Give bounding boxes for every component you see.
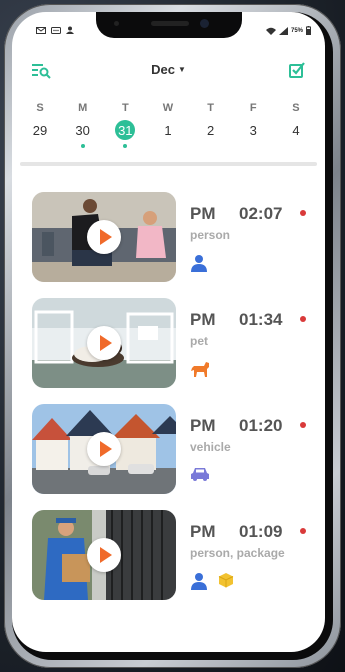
- person-icon: [191, 255, 207, 272]
- status-bar: 75%: [12, 24, 325, 38]
- event-thumbnail[interactable]: [32, 192, 176, 282]
- record-dot: [300, 422, 306, 428]
- weekday-label: M: [78, 102, 88, 114]
- date-cell[interactable]: 4: [282, 120, 310, 142]
- dog-icon: [191, 362, 209, 377]
- date-cell[interactable]: 29: [26, 120, 54, 142]
- chevron-down-icon: ▼: [177, 65, 186, 74]
- record-dot: [300, 210, 306, 216]
- date-cell[interactable]: 1: [154, 120, 182, 142]
- event-time: 01:09: [239, 522, 283, 541]
- event-tags: person: [190, 228, 231, 242]
- event-tags: person, package: [190, 546, 285, 560]
- play-button[interactable]: [87, 432, 121, 466]
- weekday-label: S: [292, 102, 300, 114]
- event-ampm: PM: [190, 522, 216, 541]
- divider: [20, 162, 317, 166]
- date-number: 3: [249, 123, 257, 138]
- event-ampm: PM: [190, 204, 216, 223]
- month-label: Dec: [151, 62, 175, 77]
- event-ampm: PM: [190, 416, 216, 435]
- wifi-icon: [265, 27, 276, 35]
- event-thumbnail[interactable]: [32, 404, 176, 494]
- weekday-label: F: [249, 102, 257, 114]
- account-icon: [66, 26, 74, 34]
- date-number: 1: [164, 123, 172, 138]
- event-time: 01:34: [239, 310, 283, 329]
- battery-percent: 75%: [290, 27, 303, 34]
- weekday-label: T: [121, 102, 129, 114]
- date-cell-selected[interactable]: 31: [111, 120, 139, 148]
- date-cell[interactable]: 30: [69, 120, 97, 148]
- date-cell[interactable]: 2: [197, 120, 225, 142]
- event-thumbnail[interactable]: [32, 510, 176, 600]
- event-thumbnail[interactable]: [32, 298, 176, 388]
- app-screen: 75% Dec ▼ S M T W T F S 29 30 31 1 2 3 4 PM 02…: [12, 12, 325, 652]
- edit-check-icon[interactable]: [289, 62, 305, 78]
- event-time: 02:07: [239, 204, 283, 223]
- date-cell[interactable]: 3: [239, 120, 267, 142]
- package-icon: [218, 573, 234, 588]
- date-number: 30: [75, 123, 90, 138]
- record-dot: [300, 316, 306, 322]
- event-item[interactable]: PM 01:20 vehicle: [32, 404, 312, 496]
- car-icon: [191, 468, 209, 481]
- signal-icon: [278, 26, 288, 35]
- battery-icon: [306, 26, 311, 35]
- play-button[interactable]: [87, 220, 121, 254]
- record-dot: [300, 528, 306, 534]
- event-item[interactable]: PM 01:09 person, package: [32, 510, 312, 602]
- weekday-label: S: [36, 102, 44, 114]
- event-time: 01:20: [239, 416, 283, 435]
- event-tags: pet: [190, 334, 208, 348]
- date-number: 4: [292, 123, 300, 138]
- weekday-label: T: [207, 102, 214, 114]
- event-indicator-dot: [80, 144, 85, 148]
- play-button[interactable]: [87, 326, 121, 360]
- calendar-header: Dec ▼: [12, 60, 325, 84]
- event-item[interactable]: PM 01:34 pet: [32, 298, 312, 390]
- event-item[interactable]: PM 02:07 person: [32, 192, 312, 284]
- play-button[interactable]: [87, 538, 121, 572]
- person-icon: [191, 573, 207, 590]
- date-number: 2: [207, 123, 215, 138]
- month-selector[interactable]: Dec ▼: [12, 62, 325, 77]
- event-tags: vehicle: [190, 440, 231, 454]
- date-number: 29: [32, 123, 48, 138]
- weekday-label: W: [162, 102, 174, 114]
- mail-icon: [36, 26, 46, 34]
- event-indicator-dot: [123, 144, 128, 148]
- message-icon: [51, 26, 61, 34]
- date-number: 31: [118, 123, 133, 138]
- event-ampm: PM: [190, 310, 216, 329]
